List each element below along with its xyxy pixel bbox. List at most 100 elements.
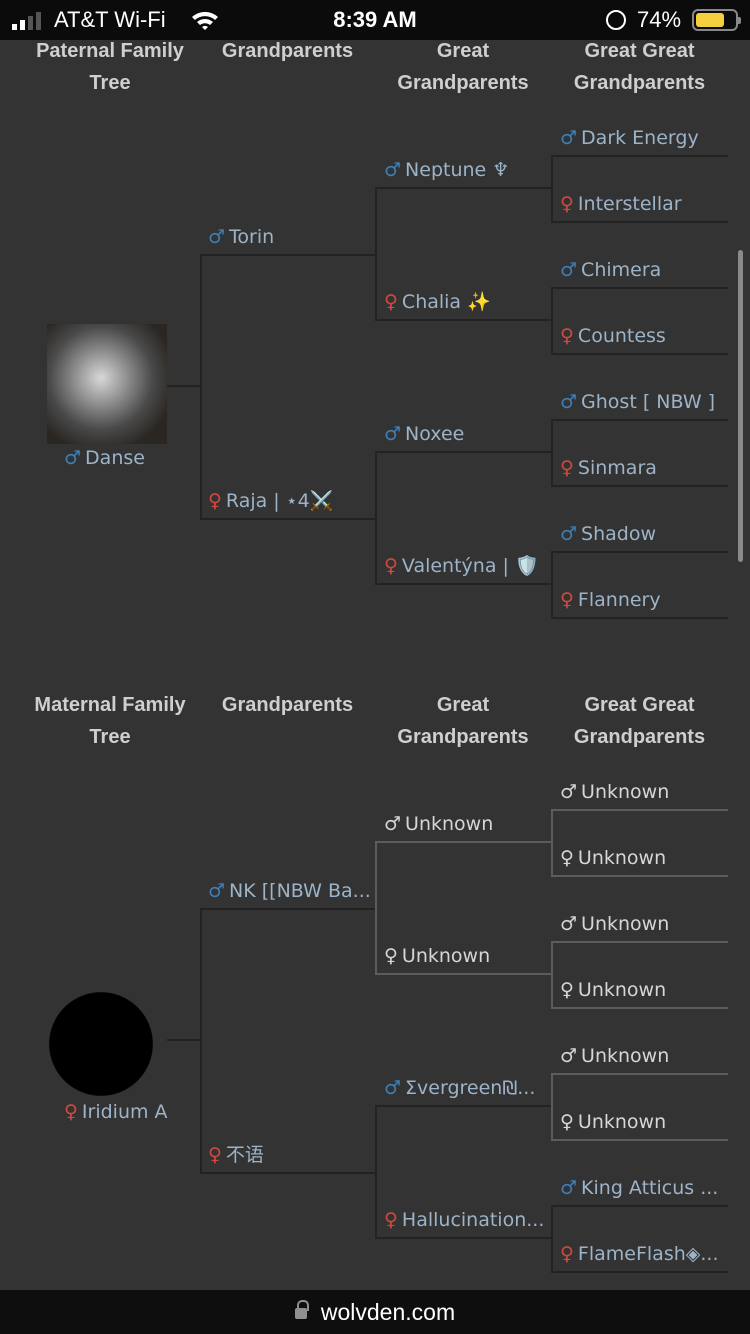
great-great-grandparent-link[interactable]: ♀ Unknown	[560, 975, 728, 1005]
great-grandparent-link[interactable]: ♀ Valentýna | 🛡️	[384, 551, 549, 581]
connector-line	[167, 1039, 200, 1041]
grandparent-link[interactable]: ♂ NK [[NBW Ba...	[208, 876, 373, 906]
grey-wolf-portrait-image[interactable]	[47, 324, 167, 444]
great-great-grandparent-link[interactable]: ♂ Unknown	[560, 1041, 728, 1071]
great-great-grandparent-link[interactable]: ♀ Unknown	[560, 1107, 728, 1137]
battery-percent: 74%	[637, 7, 682, 32]
connector-line	[551, 1205, 728, 1207]
female-icon: ♀	[208, 1144, 222, 1166]
great-great-grandparent-link[interactable]: ♂ Chimera	[560, 255, 728, 285]
connector-line	[551, 809, 553, 877]
great-great-grandparent-link-name: Countess	[577, 325, 666, 347]
male-icon: ♂	[384, 159, 402, 181]
male-icon: ♂	[560, 781, 578, 803]
great-great-grandparent-link[interactable]: ♀ Countess	[560, 321, 728, 351]
connector-line	[551, 221, 728, 223]
parent-link[interactable]: ♂ Danse	[64, 443, 204, 473]
great-great-grandparent-link[interactable]: ♀ Flannery	[560, 585, 728, 615]
great-grandparent-link[interactable]: ♂ Σvergreen₪...	[384, 1073, 549, 1103]
connector-line	[551, 617, 728, 619]
great-great-grandparent-link-name: FlameFlash◈...	[577, 1243, 719, 1265]
great-grandparent-link-name: Unknown	[405, 813, 494, 835]
grandparent-link[interactable]: ♂ Torin	[208, 222, 373, 252]
connector-line	[375, 841, 377, 975]
great-great-grandparent-link[interactable]: ♂ Unknown	[560, 777, 728, 807]
connector-line	[551, 1139, 728, 1141]
female-icon: ♀	[560, 325, 574, 347]
great-grandparent-link[interactable]: ♀ Unknown	[384, 941, 549, 971]
connector-line	[551, 485, 728, 487]
great-great-grandparent-link[interactable]: ♂ Dark Energy	[560, 123, 728, 153]
great-grandparent-link-name: Valentýna | 🛡️	[401, 555, 539, 577]
header-col3: Great Grandparents	[397, 694, 529, 748]
great-great-grandparent-link[interactable]: ♂ Unknown	[560, 909, 728, 939]
great-great-grandparent-link-name: Unknown	[581, 913, 670, 935]
great-great-grandparent-link[interactable]: ♀ Unknown	[560, 843, 728, 873]
great-grandparent-link-name: Unknown	[401, 945, 491, 967]
great-great-grandparent-link-name: Shadow	[581, 523, 657, 545]
great-grandparent-link-name: Chalia ✨	[401, 291, 491, 313]
great-great-grandparent-link[interactable]: ♂ Ghost [ NBW ]	[560, 387, 728, 417]
female-icon: ♀	[560, 847, 574, 869]
connector-line	[551, 155, 728, 157]
grandparent-link-name: NK [[NBW Ba...	[229, 880, 371, 902]
connector-line	[167, 385, 200, 387]
connector-line	[375, 319, 552, 321]
connector-line	[375, 1105, 552, 1107]
black-wolf-silhouette-image[interactable]	[47, 978, 167, 1098]
great-great-grandparent-link[interactable]: ♀ FlameFlash◈...	[560, 1239, 728, 1269]
great-grandparent-link[interactable]: ♀ Hallucination...	[384, 1205, 549, 1235]
great-grandparent-link[interactable]: ♂ Noxee	[384, 419, 549, 449]
great-grandparent-link[interactable]: ♂ Neptune ♆	[384, 155, 549, 185]
great-great-grandparent-link-name: Chimera	[581, 259, 662, 281]
male-icon: ♂	[384, 813, 402, 835]
connector-line	[551, 419, 553, 487]
connector-line	[375, 1237, 552, 1239]
header-col2: Grandparents	[221, 694, 354, 716]
male-icon: ♂	[384, 423, 402, 445]
connector-line	[551, 1073, 553, 1141]
grandparent-link-name: Raja | ⋆4⚔️	[225, 490, 334, 512]
connector-line	[551, 353, 728, 355]
female-icon: ♀	[384, 1209, 398, 1231]
great-great-grandparent-link-name: Unknown	[577, 979, 667, 1001]
header-col2: Grandparents	[221, 40, 354, 62]
male-icon: ♂	[560, 523, 578, 545]
male-icon: ♂	[384, 1077, 402, 1099]
connector-line	[551, 287, 728, 289]
connector-line	[551, 1205, 553, 1273]
header-col1: Paternal Family Tree	[36, 40, 184, 94]
connector-line	[551, 941, 553, 1009]
great-grandparent-link[interactable]: ♂ Unknown	[384, 809, 549, 839]
great-great-grandparent-link-name: Sinmara	[577, 457, 657, 479]
great-great-grandparent-link[interactable]: ♂ King Atticus ...	[560, 1173, 728, 1203]
connector-line	[200, 908, 376, 910]
great-great-grandparent-link[interactable]: ♂ Shadow	[560, 519, 728, 549]
browser-address-bar[interactable]: wolvden.com	[0, 1290, 750, 1334]
connector-line	[200, 518, 376, 520]
parent-link-name: Danse	[85, 447, 145, 469]
great-grandparent-link[interactable]: ♀ Chalia ✨	[384, 287, 549, 317]
connector-line	[200, 1172, 376, 1174]
connector-line	[375, 841, 552, 843]
connector-line	[375, 451, 377, 585]
great-great-grandparent-link-name: Flannery	[577, 589, 661, 611]
female-icon: ♀	[384, 555, 398, 577]
great-great-grandparent-link[interactable]: ♀ Sinmara	[560, 453, 728, 483]
status-bar: AT&T Wi-Fi 8:39 AM 74%	[0, 0, 750, 40]
grandparent-link[interactable]: ♀ 不语	[208, 1140, 373, 1170]
connector-line	[551, 1271, 728, 1273]
scrollbar[interactable]	[738, 250, 743, 562]
battery-icon	[692, 9, 741, 31]
grandparent-link[interactable]: ♀ Raja | ⋆4⚔️	[208, 486, 373, 516]
great-great-grandparent-link[interactable]: ♀ Interstellar	[560, 189, 728, 219]
great-great-grandparent-link-name: Ghost [ NBW ]	[581, 391, 716, 413]
parent-link-name: Iridium A	[81, 1101, 168, 1123]
great-great-grandparent-link-name: Dark Energy	[581, 127, 699, 149]
header-col3: Great Grandparents	[397, 40, 529, 94]
parent-link[interactable]: ♀ Iridium A	[64, 1097, 204, 1127]
male-icon: ♂	[208, 880, 226, 902]
connector-line	[551, 287, 553, 355]
connector-line	[200, 908, 202, 1174]
female-icon: ♀	[384, 291, 398, 313]
